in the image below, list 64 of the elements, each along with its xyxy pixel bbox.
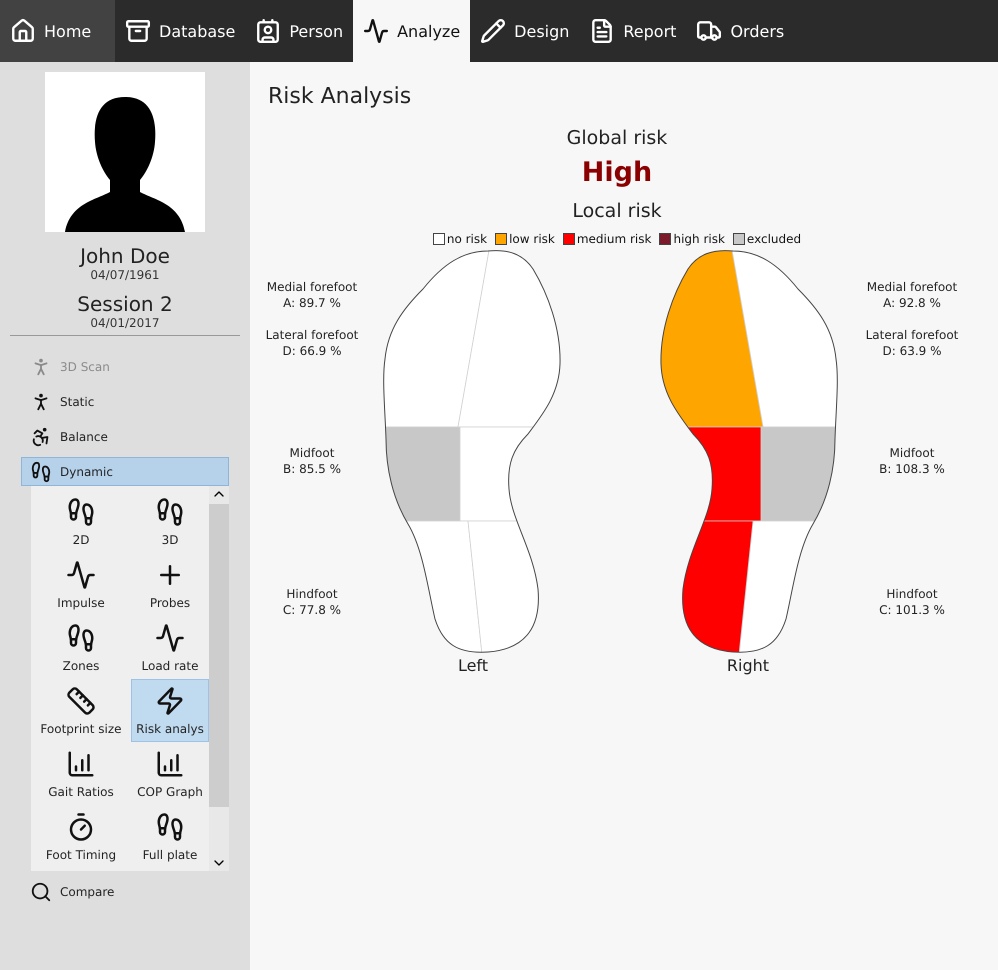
- tool-tile[interactable]: Foot Timing: [31, 805, 131, 868]
- search-icon: [30, 880, 52, 902]
- drawer-icon: [125, 18, 151, 44]
- tool-tile[interactable]: Impulse: [31, 553, 131, 616]
- region-label: Midfoot B: 108.3 %: [878, 445, 946, 477]
- tool-tile[interactable]: 2D: [31, 490, 131, 553]
- tool-tile[interactable]: Zones: [31, 616, 131, 679]
- nav-tab[interactable]: Orders: [686, 0, 794, 62]
- nav-tab[interactable]: Analyze: [353, 0, 470, 62]
- legend-label: high risk: [673, 232, 725, 246]
- legend-label: medium risk: [576, 232, 652, 246]
- region-label: Lateral forefoot D: 66.9 %: [264, 327, 360, 359]
- tool-tile[interactable]: Probes: [131, 553, 209, 616]
- nav-tab[interactable]: Home: [0, 0, 115, 62]
- global-risk-heading: Global risk: [566, 127, 668, 149]
- tool-tile[interactable]: Gait Ratios: [31, 742, 131, 805]
- tool-tile[interactable]: 3D: [131, 490, 209, 553]
- home-icon: [10, 18, 36, 44]
- region-label: Lateral forefoot D: 63.9 %: [864, 327, 960, 359]
- truck-icon: [696, 18, 722, 44]
- nav-tab[interactable]: Design: [470, 0, 580, 62]
- module-item[interactable]: Dynamic: [21, 457, 229, 486]
- tool-tile[interactable]: Load rate: [131, 616, 209, 679]
- region-label: Medial forefoot A: 92.8 %: [866, 279, 958, 311]
- scrollbar[interactable]: [209, 486, 229, 871]
- nav-tab[interactable]: Report: [579, 0, 686, 62]
- module-item[interactable]: Balance: [21, 422, 229, 451]
- pencil-icon: [480, 18, 506, 44]
- nav-tab[interactable]: Database: [115, 0, 246, 62]
- page-title: Risk Analysis: [268, 84, 412, 109]
- tool-tile[interactable]: Risk analys: [131, 679, 209, 742]
- session-date: 04/01/2017: [90, 316, 160, 330]
- chart-icon: [66, 560, 96, 590]
- footprint-icon: [66, 622, 96, 652]
- bar-chart-icon: [155, 748, 185, 778]
- tool-tile[interactable]: Full plate: [131, 805, 209, 868]
- tool-tile[interactable]: COP Graph: [131, 742, 209, 805]
- tool-tile[interactable]: Footprint size: [31, 679, 131, 742]
- id-card-icon: [255, 18, 282, 44]
- foot-caption: Left: [458, 656, 488, 675]
- patient-name: John Doe: [80, 244, 170, 268]
- lightning-icon: [155, 686, 185, 716]
- chart-icon: [363, 18, 390, 44]
- region-label: Midfoot B: 85.5 %: [282, 445, 342, 477]
- module-item[interactable]: Compare: [21, 877, 229, 906]
- region-label: Hindfoot C: 77.8 %: [282, 586, 342, 618]
- foot-caption: Right: [726, 656, 770, 675]
- local-risk-heading: Local risk: [572, 200, 662, 222]
- global-risk-value: High: [582, 157, 652, 188]
- legend-label: excluded: [746, 232, 802, 246]
- legend-label: no risk: [446, 232, 488, 246]
- footprints-icon: [66, 496, 96, 526]
- bar-chart-icon: [66, 748, 96, 778]
- nav-tab[interactable]: Person: [245, 0, 354, 62]
- session-title: Session 2: [77, 292, 173, 316]
- ruler-icon: [66, 686, 96, 716]
- legend-label: low risk: [509, 232, 555, 246]
- footprint-icon: [155, 812, 185, 842]
- chart-icon: [155, 622, 185, 652]
- region-label: Hindfoot C: 101.3 %: [878, 586, 946, 618]
- birth-date: 04/07/1961: [90, 268, 160, 282]
- region-label: Medial forefoot A: 89.7 %: [266, 279, 358, 311]
- footprints-icon: [155, 496, 185, 526]
- module-item[interactable]: Static: [21, 387, 229, 416]
